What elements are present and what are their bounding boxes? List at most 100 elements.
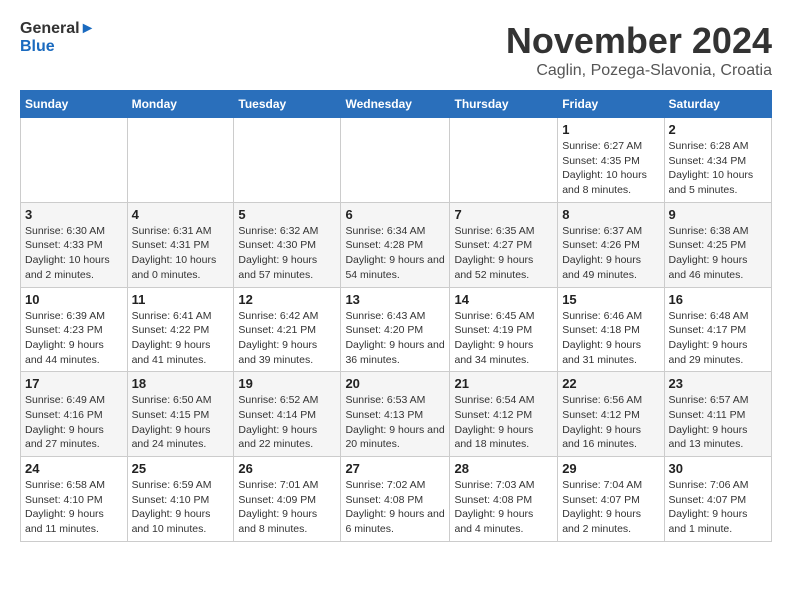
- day-detail: Sunrise: 6:30 AMSunset: 4:33 PMDaylight:…: [25, 224, 123, 283]
- week-row-3: 10Sunrise: 6:39 AMSunset: 4:23 PMDayligh…: [21, 287, 772, 372]
- calendar-cell: [21, 118, 128, 203]
- day-detail: Sunrise: 6:34 AMSunset: 4:28 PMDaylight:…: [345, 224, 445, 283]
- day-number: 25: [132, 461, 230, 476]
- week-row-2: 3 Sunrise: 6:30 AMSunset: 4:33 PMDaylight…: [21, 202, 772, 287]
- day-detail: Sunrise: 6:38 AMSunset: 4:25 PMDaylight:…: [669, 224, 767, 283]
- calendar-cell: [341, 118, 450, 203]
- day-detail: Sunrise: 6:49 AMSunset: 4:16 PMDaylight:…: [25, 393, 123, 452]
- calendar-cell: [234, 118, 341, 203]
- weekday-header-tuesday: Tuesday: [234, 91, 341, 118]
- title-section: November 2024 Caglin, Pozega-Slavonia, C…: [506, 20, 772, 80]
- calendar-cell: 11 Sunrise: 6:41 AMSunset: 4:22 PMDayligh…: [127, 287, 234, 372]
- day-number: 17: [25, 376, 123, 391]
- day-detail: Sunrise: 6:58 AMSunset: 4:10 PMDaylight:…: [25, 478, 123, 537]
- header: General► Blue November 2024 Caglin, Poze…: [20, 20, 772, 80]
- day-detail: Sunrise: 6:43 AMSunset: 4:20 PMDaylight:…: [345, 309, 445, 368]
- day-number: 8: [562, 207, 659, 222]
- day-number: 22: [562, 376, 659, 391]
- day-detail: Sunrise: 7:04 AMSunset: 4:07 PMDaylight:…: [562, 478, 659, 537]
- day-number: 3: [25, 207, 123, 222]
- day-detail: Sunrise: 6:27 AMSunset: 4:35 PMDaylight:…: [562, 139, 659, 198]
- day-number: 19: [238, 376, 336, 391]
- day-detail: Sunrise: 6:57 AMSunset: 4:11 PMDaylight:…: [669, 393, 767, 452]
- calendar-cell: 21 Sunrise: 6:54 AMSunset: 4:12 PMDayligh…: [450, 372, 558, 457]
- day-detail: Sunrise: 6:41 AMSunset: 4:22 PMDaylight:…: [132, 309, 230, 368]
- calendar-cell: 7Sunrise: 6:35 AMSunset: 4:27 PMDaylight…: [450, 202, 558, 287]
- calendar-cell: 15Sunrise: 6:46 AMSunset: 4:18 PMDayligh…: [558, 287, 664, 372]
- day-detail: Sunrise: 6:59 AMSunset: 4:10 PMDaylight:…: [132, 478, 230, 537]
- day-number: 20: [345, 376, 445, 391]
- calendar-cell: 27 Sunrise: 7:02 AMSunset: 4:08 PMDayligh…: [341, 457, 450, 542]
- calendar-cell: 20 Sunrise: 6:53 AMSunset: 4:13 PMDayligh…: [341, 372, 450, 457]
- day-detail: Sunrise: 6:28 AMSunset: 4:34 PMDaylight:…: [669, 139, 767, 198]
- calendar-cell: 8Sunrise: 6:37 AMSunset: 4:26 PMDaylight…: [558, 202, 664, 287]
- calendar-body: 1 Sunrise: 6:27 AMSunset: 4:35 PMDaylight…: [21, 118, 772, 542]
- logo: General► Blue: [20, 20, 95, 55]
- weekday-header-thursday: Thursday: [450, 91, 558, 118]
- day-number: 14: [454, 292, 553, 307]
- day-number: 1: [562, 122, 659, 137]
- calendar-cell: 24Sunrise: 6:58 AMSunset: 4:10 PMDayligh…: [21, 457, 128, 542]
- day-detail: Sunrise: 6:48 AMSunset: 4:17 PMDaylight:…: [669, 309, 767, 368]
- day-number: 12: [238, 292, 336, 307]
- calendar-cell: 4 Sunrise: 6:31 AMSunset: 4:31 PMDaylight…: [127, 202, 234, 287]
- calendar-cell: 16Sunrise: 6:48 AMSunset: 4:17 PMDayligh…: [664, 287, 771, 372]
- week-row-1: 1 Sunrise: 6:27 AMSunset: 4:35 PMDaylight…: [21, 118, 772, 203]
- calendar-cell: 6 Sunrise: 6:34 AMSunset: 4:28 PMDaylight…: [341, 202, 450, 287]
- calendar-cell: 26 Sunrise: 7:01 AMSunset: 4:09 PMDayligh…: [234, 457, 341, 542]
- day-number: 28: [454, 461, 553, 476]
- day-detail: Sunrise: 6:56 AMSunset: 4:12 PMDaylight:…: [562, 393, 659, 452]
- day-detail: Sunrise: 6:53 AMSunset: 4:13 PMDaylight:…: [345, 393, 445, 452]
- calendar-cell: 23 Sunrise: 6:57 AMSunset: 4:11 PMDayligh…: [664, 372, 771, 457]
- calendar-cell: 2 Sunrise: 6:28 AMSunset: 4:34 PMDaylight…: [664, 118, 771, 203]
- calendar-cell: 9 Sunrise: 6:38 AMSunset: 4:25 PMDaylight…: [664, 202, 771, 287]
- day-number: 27: [345, 461, 445, 476]
- weekday-header-wednesday: Wednesday: [341, 91, 450, 118]
- day-number: 7: [454, 207, 553, 222]
- calendar-cell: 18 Sunrise: 6:50 AMSunset: 4:15 PMDayligh…: [127, 372, 234, 457]
- day-number: 5: [238, 207, 336, 222]
- calendar-cell: 13 Sunrise: 6:43 AMSunset: 4:20 PMDayligh…: [341, 287, 450, 372]
- day-detail: Sunrise: 6:46 AMSunset: 4:18 PMDaylight:…: [562, 309, 659, 368]
- calendar-cell: 5 Sunrise: 6:32 AMSunset: 4:30 PMDaylight…: [234, 202, 341, 287]
- calendar-cell: 30Sunrise: 7:06 AMSunset: 4:07 PMDayligh…: [664, 457, 771, 542]
- day-detail: Sunrise: 6:45 AMSunset: 4:19 PMDaylight:…: [454, 309, 553, 368]
- day-number: 29: [562, 461, 659, 476]
- day-number: 9: [669, 207, 767, 222]
- day-number: 26: [238, 461, 336, 476]
- day-detail: Sunrise: 6:31 AMSunset: 4:31 PMDaylight:…: [132, 224, 230, 283]
- day-number: 11: [132, 292, 230, 307]
- calendar-cell: 19 Sunrise: 6:52 AMSunset: 4:14 PMDayligh…: [234, 372, 341, 457]
- day-number: 13: [345, 292, 445, 307]
- weekday-header-saturday: Saturday: [664, 91, 771, 118]
- calendar-header: SundayMondayTuesdayWednesdayThursdayFrid…: [21, 91, 772, 118]
- day-number: 30: [669, 461, 767, 476]
- weekday-header-sunday: Sunday: [21, 91, 128, 118]
- day-detail: Sunrise: 6:50 AMSunset: 4:15 PMDaylight:…: [132, 393, 230, 452]
- calendar-cell: 25 Sunrise: 6:59 AMSunset: 4:10 PMDayligh…: [127, 457, 234, 542]
- week-row-4: 17 Sunrise: 6:49 AMSunset: 4:16 PMDayligh…: [21, 372, 772, 457]
- calendar-cell: [127, 118, 234, 203]
- day-number: 6: [345, 207, 445, 222]
- day-detail: Sunrise: 7:03 AMSunset: 4:08 PMDaylight:…: [454, 478, 553, 537]
- calendar-cell: 10Sunrise: 6:39 AMSunset: 4:23 PMDayligh…: [21, 287, 128, 372]
- day-number: 4: [132, 207, 230, 222]
- calendar-cell: 14 Sunrise: 6:45 AMSunset: 4:19 PMDayligh…: [450, 287, 558, 372]
- calendar-cell: 3 Sunrise: 6:30 AMSunset: 4:33 PMDaylight…: [21, 202, 128, 287]
- day-number: 2: [669, 122, 767, 137]
- day-detail: Sunrise: 6:54 AMSunset: 4:12 PMDaylight:…: [454, 393, 553, 452]
- day-detail: Sunrise: 6:32 AMSunset: 4:30 PMDaylight:…: [238, 224, 336, 283]
- calendar-cell: 28 Sunrise: 7:03 AMSunset: 4:08 PMDayligh…: [450, 457, 558, 542]
- day-number: 21: [454, 376, 553, 391]
- weekday-header-row: SundayMondayTuesdayWednesdayThursdayFrid…: [21, 91, 772, 118]
- day-number: 23: [669, 376, 767, 391]
- day-detail: Sunrise: 7:02 AMSunset: 4:08 PMDaylight:…: [345, 478, 445, 537]
- day-detail: Sunrise: 6:52 AMSunset: 4:14 PMDaylight:…: [238, 393, 336, 452]
- day-number: 18: [132, 376, 230, 391]
- day-detail: Sunrise: 7:01 AMSunset: 4:09 PMDaylight:…: [238, 478, 336, 537]
- calendar-cell: [450, 118, 558, 203]
- calendar-cell: 17 Sunrise: 6:49 AMSunset: 4:16 PMDayligh…: [21, 372, 128, 457]
- location-title: Caglin, Pozega-Slavonia, Croatia: [506, 62, 772, 80]
- calendar-cell: 22 Sunrise: 6:56 AMSunset: 4:12 PMDayligh…: [558, 372, 664, 457]
- day-detail: Sunrise: 6:42 AMSunset: 4:21 PMDaylight:…: [238, 309, 336, 368]
